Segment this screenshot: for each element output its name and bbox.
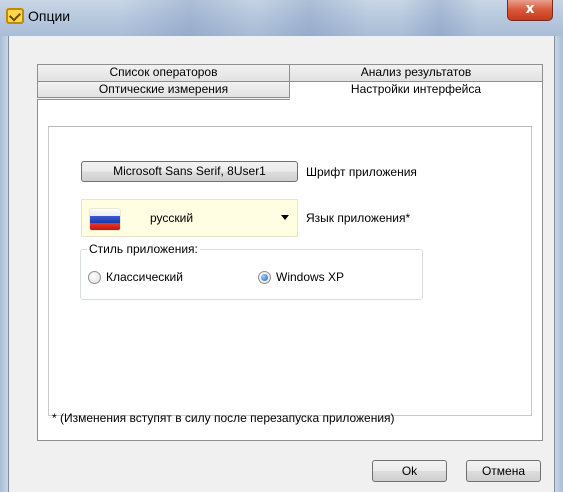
- radio-classic-label[interactable]: Классический: [106, 270, 183, 284]
- tab-panel-interface-settings: Microsoft Sans Serif, 8User1 Шрифт прило…: [37, 99, 543, 441]
- window-frame-right: [555, 36, 563, 492]
- radio-classic[interactable]: [88, 271, 101, 284]
- tab-optical-measurements[interactable]: Оптические измерения: [37, 81, 290, 98]
- tab-results-analysis[interactable]: Анализ результатов: [290, 64, 543, 81]
- language-label: Язык приложения*: [306, 211, 411, 225]
- font-label: Шрифт приложения: [306, 165, 417, 179]
- restart-note: * (Изменения вступят в силу после переза…: [52, 411, 395, 425]
- dialog-client-area: Список операторов Анализ результатов Опт…: [8, 36, 555, 492]
- app-style-group: Стиль приложения: Классический Windows X…: [80, 242, 423, 300]
- window-title: Опции: [28, 8, 71, 24]
- app-style-legend: Стиль приложения:: [87, 242, 200, 256]
- title-bar[interactable]: Опции x: [0, 0, 563, 36]
- tab-operators-list[interactable]: Список операторов: [37, 64, 290, 81]
- radio-windows-xp[interactable]: [258, 271, 271, 284]
- language-selected-value: русский: [150, 211, 194, 225]
- ok-button[interactable]: Ok: [372, 460, 447, 482]
- window-frame-left: [0, 36, 8, 492]
- font-select-button[interactable]: Microsoft Sans Serif, 8User1: [81, 161, 298, 182]
- options-app-icon: [6, 8, 24, 24]
- language-dropdown[interactable]: русский: [81, 199, 298, 237]
- chevron-down-icon[interactable]: [281, 215, 289, 220]
- options-window: Опции x Список операторов Анализ результ…: [0, 0, 563, 492]
- tab-interface-settings[interactable]: Настройки интерфейса: [290, 81, 543, 100]
- settings-group-box: Microsoft Sans Serif, 8User1 Шрифт прило…: [48, 126, 532, 416]
- radio-windows-xp-label[interactable]: Windows XP: [276, 270, 344, 284]
- russian-flag-icon: [90, 209, 120, 230]
- close-button[interactable]: x: [507, 0, 553, 21]
- cancel-button[interactable]: Отмена: [466, 460, 541, 482]
